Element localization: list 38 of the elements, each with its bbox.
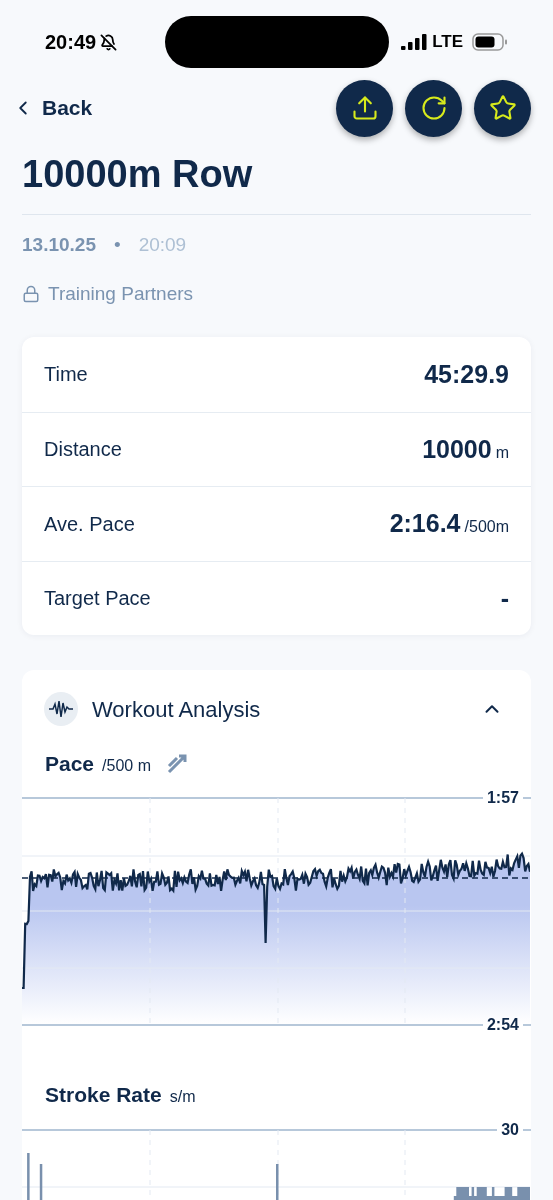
compare-icon[interactable] [166, 753, 189, 774]
upload-icon [350, 94, 379, 122]
stat-value: 10000 [422, 433, 492, 465]
separator-dot: • [113, 233, 121, 257]
share-upload-button[interactable] [336, 79, 393, 137]
stat-value: 2:16.4 [389, 508, 461, 539]
axis-tick-label: 1:57 [485, 787, 520, 808]
status-time: 20:49 [45, 30, 97, 55]
star-icon [488, 94, 517, 122]
redo-button[interactable] [405, 79, 462, 137]
circular-arrow-icon [419, 94, 448, 122]
stat-value: 45:29.9 [424, 358, 509, 390]
battery-icon [472, 33, 508, 51]
signal-icon [401, 34, 428, 50]
chart-title: Pace [45, 751, 95, 777]
lock-icon [22, 284, 40, 303]
stat-unit: m [495, 442, 509, 463]
chart-unit: /500 m [102, 756, 151, 776]
axis-tick-label: 30 [500, 1120, 520, 1140]
stat-label: Time [44, 362, 88, 388]
stat-unit: /500m [464, 517, 509, 537]
axis-tick-label: 2:54 [485, 1014, 520, 1035]
favorite-star-button[interactable] [474, 79, 531, 137]
workout-date: 13.10.25 [22, 233, 96, 257]
workout-title: 10000m Row [21, 152, 254, 197]
network-label: LTE [432, 31, 463, 54]
section-title: Workout Analysis [92, 695, 261, 724]
stat-label: Target Pace [44, 586, 151, 612]
bell-muted-icon [100, 33, 118, 51]
waveform-icon [44, 692, 78, 726]
chart-unit: s/m [169, 1086, 196, 1107]
stat-label: Ave. Pace [44, 511, 135, 537]
workout-start-time: 20:09 [138, 233, 187, 257]
stat-value: - [500, 582, 509, 614]
visibility-label: Training Partners [48, 281, 194, 306]
chart-title: Stroke Rate [45, 1081, 162, 1108]
stat-label: Distance [44, 437, 122, 463]
back-button[interactable]: Back [12, 92, 93, 124]
